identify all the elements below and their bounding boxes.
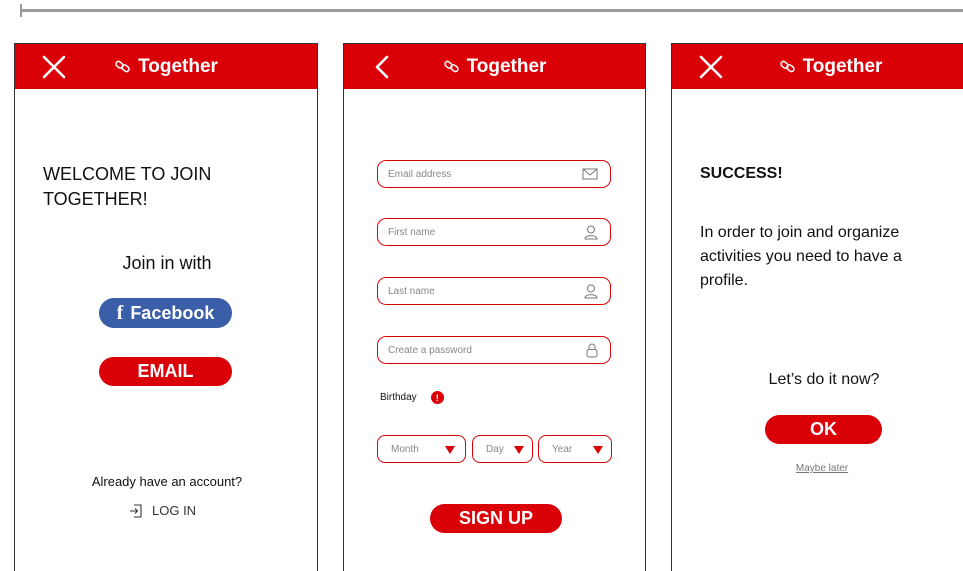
chevron-down-icon bbox=[445, 446, 455, 454]
app-brand: Together bbox=[344, 44, 645, 89]
month-select[interactable]: Month bbox=[377, 435, 466, 463]
user-icon bbox=[584, 225, 598, 240]
link-icon bbox=[779, 60, 795, 73]
login-icon bbox=[130, 503, 142, 518]
signup-screen: Together Birthday ! Month Day Year SIGN … bbox=[343, 43, 646, 571]
month-value: Month bbox=[391, 444, 419, 455]
birthday-label: Birthday bbox=[380, 392, 417, 403]
app-bar: Together bbox=[344, 44, 645, 89]
facebook-button-label: Facebook bbox=[130, 302, 215, 323]
app-title: Together bbox=[802, 55, 883, 77]
top-divider-tick bbox=[20, 4, 22, 17]
chevron-down-icon bbox=[593, 446, 603, 454]
day-select[interactable]: Day bbox=[472, 435, 533, 463]
signup-button-label: SIGN UP bbox=[458, 508, 533, 528]
password-input[interactable] bbox=[388, 337, 568, 363]
email-input[interactable] bbox=[388, 161, 568, 187]
lock-icon bbox=[586, 343, 598, 358]
link-icon bbox=[443, 60, 459, 73]
profile-message: In order to join and organize activities… bbox=[700, 224, 902, 289]
app-brand: Together bbox=[672, 44, 963, 89]
app-title: Together bbox=[138, 55, 218, 77]
app-brand: Together bbox=[15, 44, 317, 89]
welcome-screen: Together WELCOME TO JOIN TOGETHER! Join … bbox=[14, 43, 318, 571]
login-label: LOG IN bbox=[152, 503, 197, 518]
facebook-button[interactable]: f Facebook bbox=[99, 298, 232, 328]
email-field[interactable] bbox=[377, 160, 611, 188]
email-button[interactable]: EMAIL bbox=[99, 357, 232, 386]
app-bar: Together bbox=[15, 44, 317, 89]
facebook-icon: f bbox=[116, 301, 124, 324]
last-name-input[interactable] bbox=[388, 278, 568, 304]
ok-button-label: OK bbox=[810, 419, 837, 439]
login-link[interactable]: LOG IN bbox=[129, 503, 196, 518]
success-heading: SUCCESS! bbox=[700, 165, 783, 182]
year-select[interactable]: Year bbox=[538, 435, 612, 463]
top-divider bbox=[20, 9, 963, 12]
birthday-row: Birthday ! bbox=[380, 391, 444, 404]
already-account-text: Already have an account? bbox=[91, 474, 243, 489]
year-value: Year bbox=[552, 444, 573, 455]
maybe-later-link[interactable]: Maybe later bbox=[672, 463, 963, 474]
success-screen: Together SUCCESS! In order to join and o… bbox=[671, 43, 963, 571]
link-icon bbox=[115, 60, 130, 73]
info-icon[interactable]: ! bbox=[430, 391, 444, 404]
join-with-label: Join in with bbox=[122, 253, 212, 273]
signup-button[interactable]: SIGN UP bbox=[430, 504, 562, 533]
mail-icon bbox=[582, 168, 598, 180]
app-bar: Together bbox=[672, 44, 963, 89]
last-name-field[interactable] bbox=[377, 277, 611, 305]
first-name-input[interactable] bbox=[388, 219, 568, 245]
chevron-down-icon bbox=[514, 446, 524, 454]
welcome-heading: WELCOME TO JOIN TOGETHER! bbox=[43, 164, 212, 209]
password-field[interactable] bbox=[377, 336, 611, 364]
day-value: Day bbox=[486, 444, 504, 455]
app-title: Together bbox=[466, 55, 547, 77]
user-icon bbox=[584, 284, 598, 299]
email-button-label: EMAIL bbox=[137, 361, 194, 381]
prompt-text: Let’s do it now? bbox=[768, 371, 880, 388]
first-name-field[interactable] bbox=[377, 218, 611, 246]
ok-button[interactable]: OK bbox=[765, 415, 882, 444]
